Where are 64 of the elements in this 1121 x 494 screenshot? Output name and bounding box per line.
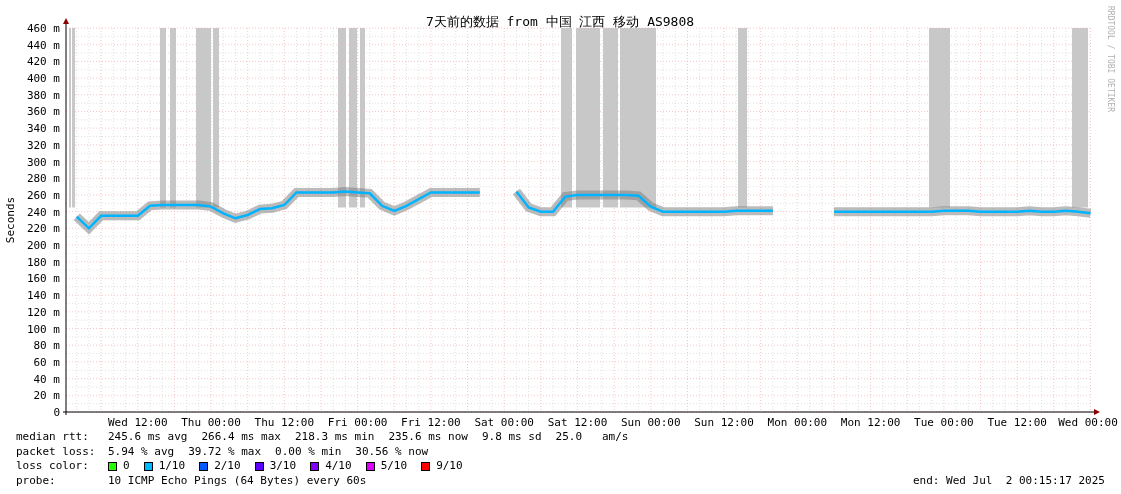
stat-value: 245.6 ms avg [108, 430, 188, 445]
y-tick-label: 340 m [26, 122, 60, 136]
legend-item-label: 4/10 [325, 459, 352, 474]
y-tick-label: 100 m [26, 322, 60, 336]
stat-label: median rtt: [16, 430, 90, 445]
stat-value: 266.4 ms max [201, 430, 281, 445]
x-tick-label: Wed 12:00 [107, 416, 168, 429]
stat-value: 25.0 am/s [555, 430, 629, 445]
legend-item-label: 5/10 [380, 459, 408, 474]
y-tick-label: 20 m [33, 389, 60, 403]
stat-value: 30.56 % now [355, 444, 429, 459]
y-tick-label: 140 m [26, 289, 60, 303]
y-tick-label: 160 m [26, 272, 60, 286]
y-tick-label: 300 m [26, 155, 60, 169]
x-tick-label: Sun 12:00 [694, 416, 754, 429]
y-tick-label: 260 m [26, 188, 60, 202]
x-tick-label: Sat 00:00 [474, 416, 534, 429]
stat-value: 0.00 % min [275, 444, 342, 459]
stat-label: packet loss: [16, 444, 97, 459]
x-tick-label: Tue 00:00 [914, 416, 974, 429]
x-tick-label: Mon 12:00 [840, 416, 901, 429]
y-tick-label: 80 m [33, 339, 60, 353]
legend-item-label: 0 [123, 459, 130, 474]
legend-item-label: 3/10 [269, 459, 297, 474]
probe-text: 10 ICMP Echo Pings (64 Bytes) every 60s [108, 473, 367, 488]
stat-value: 218.3 ms min [294, 430, 375, 445]
y-tick-label: 380 m [26, 88, 60, 102]
x-tick-label: Mon 00:00 [767, 416, 828, 429]
y-tick-label: 240 m [26, 205, 60, 219]
stat-value: 9.8 ms sd [481, 430, 542, 445]
x-tick-label: Tue 12:00 [987, 416, 1047, 429]
y-tick-label: 460 m [26, 22, 60, 35]
y-tick-label: 360 m [26, 105, 60, 119]
x-tick-label: Wed 00:00 [1058, 416, 1118, 429]
y-tick-label: 120 m [26, 305, 60, 319]
chart-title: 7天前的数据 from 中国 江西 移动 AS9808 [425, 14, 695, 29]
x-tick-label: Sun 00:00 [620, 416, 681, 429]
y-tick-label: 60 m [33, 355, 60, 369]
y-tick-label: 400 m [26, 72, 60, 86]
x-tick-label: Sat 12:00 [547, 416, 608, 429]
stat-value: 39.72 % max [188, 444, 262, 459]
y-tick-label: 420 m [26, 55, 60, 69]
stat-value: 5.94 % avg [108, 444, 175, 459]
y-tick-label: 220 m [26, 222, 60, 236]
end-time: end: Wed Jul 2 00:15:17 2025 [912, 473, 1105, 488]
y-tick-label: 0 [53, 406, 60, 419]
y-tick-label: 200 m [26, 239, 60, 253]
legend-item-label: 1/10 [158, 459, 186, 474]
legend-item-label: 9/10 [436, 459, 463, 474]
legend-item-label: 2/10 [214, 459, 241, 474]
x-tick-label: Fri 00:00 [327, 416, 388, 429]
y-axis-label: Seconds [4, 196, 17, 244]
probe-label: probe: [16, 473, 57, 488]
x-tick-label: Fri 12:00 [401, 416, 461, 429]
y-tick-label: 180 m [26, 255, 60, 269]
stat-value: 235.6 ms now [388, 430, 468, 445]
legend-label: loss color: [16, 459, 90, 474]
credit-text: RRDTOOL / TOBI OETIKER [1106, 6, 1115, 112]
x-tick-label: Thu 00:00 [181, 416, 241, 429]
y-tick-label: 320 m [26, 138, 60, 152]
y-tick-label: 40 m [33, 372, 60, 386]
y-tick-label: 440 m [26, 38, 60, 52]
x-tick-label: Thu 12:00 [254, 416, 315, 429]
y-tick-label: 280 m [26, 172, 60, 186]
